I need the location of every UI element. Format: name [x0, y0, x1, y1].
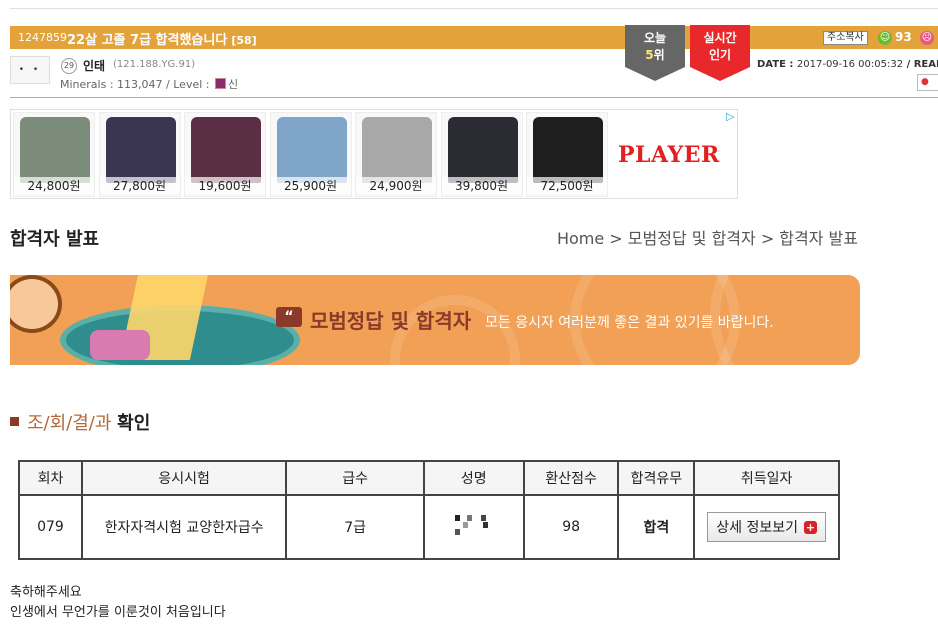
post-title-bar: 1247859 22살 고졸 7급 합격했습니다 [58] 주소복사 ☺ 93 ☹: [10, 26, 938, 49]
header-grade: 급수: [285, 460, 425, 496]
level-name: 신: [227, 78, 239, 91]
banner-title: 모범정답 및 합격자: [310, 309, 472, 333]
ad-brand-logo[interactable]: PLAYER: [618, 142, 720, 168]
header-divider: [10, 97, 938, 98]
quote-icon: “: [276, 307, 302, 327]
embedded-result-image: 합격자 발표 Home > 모범정답 및 합격자 > 합격자 발표 “ 모범정답…: [10, 219, 860, 562]
header-exam: 응시시험: [80, 460, 288, 496]
watering-can-illustration: [90, 330, 150, 360]
ad-product-item[interactable]: 27,800원: [98, 112, 181, 197]
copy-address-button[interactable]: 주소복사: [823, 31, 868, 45]
page-heading: 합격자 발표: [10, 229, 100, 250]
body-line-2: 인생에서 무언가를 이룬것이 처음입니다: [10, 605, 226, 620]
cell-round: 079: [18, 494, 83, 560]
author-meta: Minerals : 113,047 / Level : 신: [60, 76, 238, 92]
section-prefix: 조/회/결/과: [27, 413, 112, 434]
header-score: 환산점수: [522, 460, 620, 496]
ad-product-image: [20, 117, 90, 183]
ad-product-price: 25,900원: [270, 177, 351, 194]
cell-name: [422, 494, 525, 560]
ad-product-price: 24,800원: [14, 177, 94, 194]
section-bullet-icon: [10, 417, 19, 426]
ad-product-image: [447, 117, 518, 183]
ad-product-image: [362, 117, 432, 183]
realtime-popular-badge: 실시간 인기: [690, 25, 750, 81]
result-table: 회차 응시시험 급수 성명 환산점수 합격유무 취득일자 079 한자자격시험 …: [18, 460, 840, 560]
minerals-label: Minerals :: [60, 78, 118, 91]
siren-icon: ●: [921, 77, 929, 87]
realtime-label-1: 실시간: [703, 31, 737, 45]
top-divider: [10, 8, 938, 9]
ad-product-image: [191, 117, 261, 183]
result-banner: “ 모범정답 및 합격자 모든 응시자 여러분께 좋은 결과 있기를 바랍니다.: [10, 275, 860, 365]
ad-product-price: 19,600원: [185, 177, 265, 194]
ad-product-price: 24,900원: [356, 177, 436, 194]
ad-product-item[interactable]: 39,800원: [440, 112, 523, 197]
post-title-text: 22살 고졸 7급 합격했습니다: [67, 33, 228, 48]
date-label: DATE :: [757, 59, 797, 70]
today-rank-suffix: 위: [653, 48, 665, 62]
ad-product-price: 39,800원: [441, 177, 522, 194]
ad-product-image: [105, 117, 176, 183]
cell-detail: 상세 정보보기 +: [693, 494, 840, 560]
ad-product-item[interactable]: 24,800원: [13, 112, 95, 197]
table-row: 079 한자자격시험 교양한자급수 7급 98 합격 상세 정보보기 +: [18, 494, 840, 560]
cell-result: 합격: [617, 494, 696, 560]
post-date-info: DATE : 2017-09-16 00:05:32 / READ : 2: [757, 59, 938, 70]
realtime-label-2: 인기: [708, 48, 732, 62]
ad-product-item[interactable]: 24,900원: [355, 112, 437, 197]
frown-icon[interactable]: ☹: [920, 31, 934, 45]
header-round: 회차: [18, 460, 83, 496]
author-ip: (121.188.YG.91): [113, 59, 196, 70]
smile-icon[interactable]: ☺: [878, 31, 892, 45]
level-number-icon: 29: [61, 58, 77, 74]
ad-product-image: [276, 117, 347, 183]
ad-product-price: 27,800원: [99, 177, 180, 194]
cell-score: 98: [522, 494, 620, 560]
today-rank-label: 오늘: [643, 31, 667, 45]
detail-view-button: 상세 정보보기 +: [707, 512, 826, 542]
today-rank-value-line: 5위: [625, 47, 685, 64]
level-label: / Level :: [162, 78, 213, 91]
today-rank-badge: 오늘 5위: [625, 25, 685, 81]
avatar[interactable]: • •: [10, 56, 50, 84]
ad-product-item[interactable]: 72,500원: [526, 112, 608, 197]
ad-product-item[interactable]: 19,600원: [184, 112, 266, 197]
post-number: 1247859: [18, 31, 67, 44]
today-rank-value: 5: [645, 48, 654, 62]
report-button[interactable]: ●: [917, 74, 938, 91]
plus-icon: +: [804, 521, 817, 534]
author-name[interactable]: 인태: [83, 57, 105, 74]
cell-exam: 한자자격시험 교양한자급수: [80, 494, 288, 560]
detail-view-label: 상세 정보보기: [716, 520, 798, 536]
ad-product-image: [533, 117, 603, 183]
read-label: / READ :: [906, 59, 938, 70]
like-count: 93: [895, 30, 912, 44]
section-heading: 조/회/결/과 확인: [10, 409, 150, 435]
header-name: 성명: [422, 460, 525, 496]
girl-illustration: [10, 275, 62, 333]
minerals-value: 113,047: [117, 78, 163, 91]
adchoices-icon[interactable]: ▷: [726, 110, 734, 123]
body-line-1: 축하해주세요: [10, 585, 82, 600]
header-date: 취득일자: [693, 460, 840, 496]
cell-grade: 7급: [285, 494, 425, 560]
section-strong: 확인: [117, 413, 151, 434]
ad-banner[interactable]: PLAYER ▷ 24,800원 27,800원 19,600원 25,900원 24,…: [10, 109, 738, 199]
ad-product-price: 72,500원: [527, 177, 607, 194]
post-title[interactable]: 22살 고졸 7급 합격했습니다 [58]: [67, 29, 257, 48]
comment-count[interactable]: [58]: [231, 34, 256, 47]
post-date: 2017-09-16 00:05:32: [796, 59, 904, 70]
header-result: 합격유무: [617, 460, 696, 496]
table-header-row: 회차 응시시험 급수 성명 환산점수 합격유무 취득일자: [18, 460, 840, 496]
post-body: 축하해주세요 인생에서 무언가를 이룬것이 처음입니다: [10, 583, 226, 623]
banner-subtitle: 모든 응시자 여러분께 좋은 결과 있기를 바랍니다.: [485, 315, 774, 331]
pixelated-name: [454, 515, 493, 535]
breadcrumb: Home > 모범정답 및 합격자 > 합격자 발표: [556, 229, 858, 248]
ad-product-item[interactable]: 25,900원: [269, 112, 352, 197]
level-badge-icon: [214, 78, 226, 89]
